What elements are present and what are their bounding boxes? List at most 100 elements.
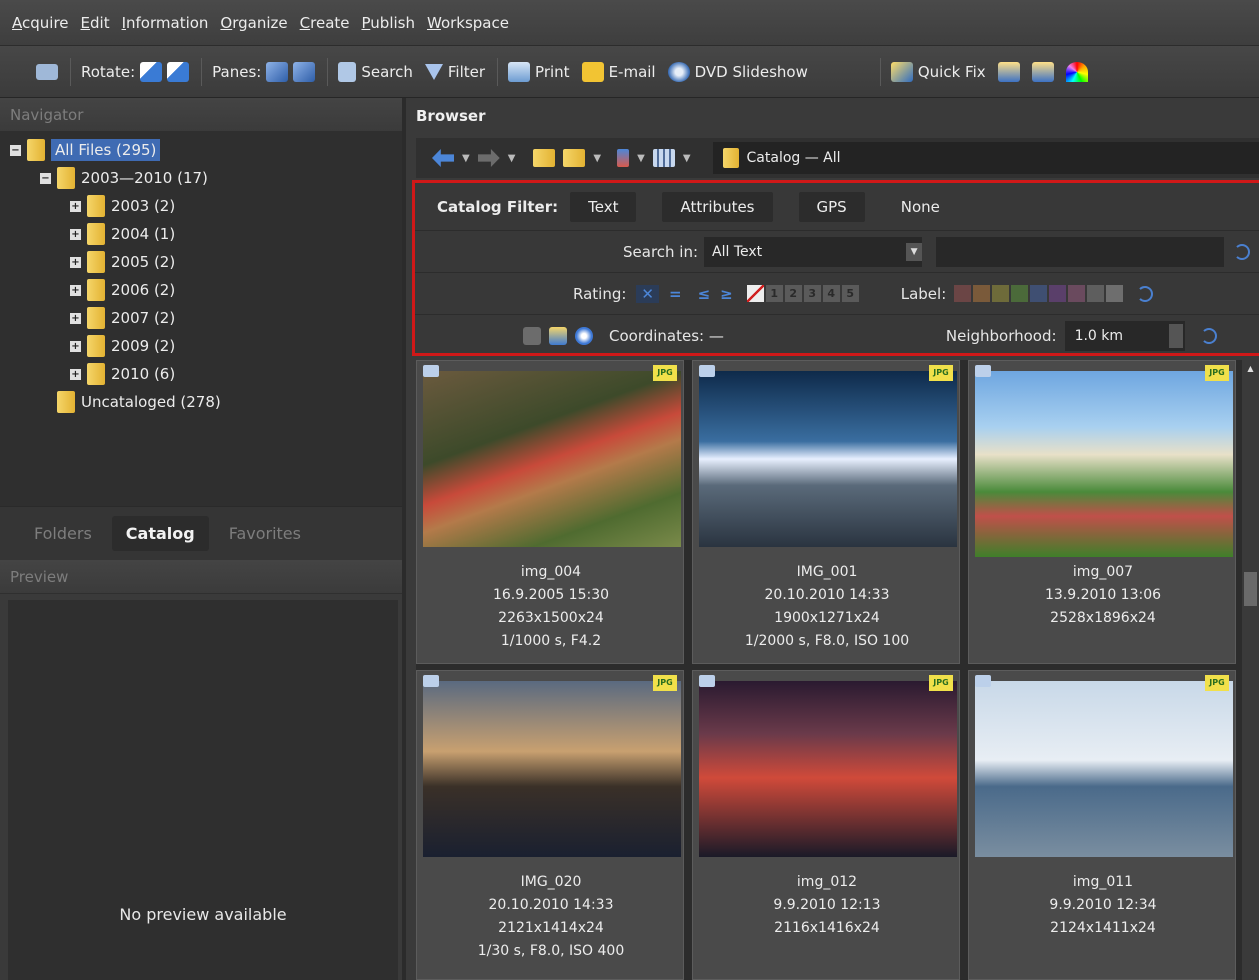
collapse-icon[interactable]: −: [10, 144, 21, 156]
label-color-swatch[interactable]: [1068, 285, 1086, 302]
rating-5-button[interactable]: 5: [841, 285, 859, 302]
gps-lock-icon[interactable]: [523, 326, 541, 345]
tree-item[interactable]: − 2003—2010 (17): [40, 164, 208, 192]
jpg-format-badge: JPG: [929, 365, 953, 381]
expand-icon[interactable]: +: [70, 284, 81, 296]
menu-organize[interactable]: Organize: [220, 14, 287, 32]
label-color-swatch[interactable]: [954, 285, 972, 302]
filter-text-button[interactable]: Text: [570, 191, 637, 222]
menu-publish[interactable]: Publish: [362, 14, 415, 32]
tree-item[interactable]: +2004 (1): [70, 220, 175, 248]
dvd-slideshow-button[interactable]: DVD Slideshow: [667, 61, 808, 82]
people-tool-button[interactable]: [997, 61, 1020, 82]
view-mode-icon[interactable]: [652, 149, 675, 167]
thumbnail-card[interactable]: JPG img_004 16.9.2005 15:30 2263x1500x24 1/1…: [416, 360, 684, 664]
tree-item[interactable]: +2007 (2): [70, 304, 175, 332]
address-bar[interactable]: Catalog — All: [712, 142, 1259, 174]
reset-icon[interactable]: [1234, 243, 1251, 260]
thumbnail-card[interactable]: JPG img_007 13.9.2010 13:06 2528x1896x24: [968, 360, 1236, 664]
tab-catalog[interactable]: Catalog: [111, 516, 209, 551]
back-arrow-icon[interactable]: [432, 149, 454, 167]
back-dropdown-icon[interactable]: ▼: [462, 153, 470, 164]
forward-dropdown-icon[interactable]: ▼: [508, 153, 516, 164]
thumbnail-card[interactable]: JPG img_012 9.9.2010 12:13 2116x1416x24: [692, 670, 960, 980]
neighborhood-input[interactable]: 1.0 km: [1064, 320, 1185, 351]
thumbnail-size: 1900x1271x24: [774, 610, 880, 626]
forward-arrow-icon[interactable]: [477, 149, 500, 167]
expand-icon[interactable]: +: [70, 256, 81, 268]
expand-icon[interactable]: +: [70, 312, 81, 324]
scrollbar-thumb[interactable]: [1244, 572, 1257, 606]
gps-globe-icon[interactable]: [575, 326, 593, 345]
rotate-left-icon[interactable]: [140, 61, 163, 82]
print-button[interactable]: Print: [508, 61, 570, 82]
view-dropdown-icon[interactable]: ▼: [683, 153, 691, 164]
expand-icon[interactable]: +: [70, 200, 81, 212]
rating-1-button[interactable]: 1: [765, 285, 783, 302]
tab-favorites[interactable]: Favorites: [215, 516, 315, 551]
spinner-arrows-icon[interactable]: [1168, 323, 1183, 348]
search-button[interactable]: Search: [338, 61, 413, 82]
sort-icon[interactable]: [617, 149, 630, 167]
expand-icon[interactable]: +: [70, 340, 81, 352]
scroll-up-icon[interactable]: ▲: [1244, 364, 1257, 374]
rating-4-button[interactable]: 4: [822, 285, 840, 302]
tree-item[interactable]: +2009 (2): [70, 332, 175, 360]
menu-create[interactable]: Create: [300, 14, 350, 32]
label-color-swatch[interactable]: [1011, 285, 1029, 302]
rotate-right-icon[interactable]: [167, 61, 190, 82]
sort-dropdown-icon[interactable]: ▼: [637, 153, 645, 164]
collapse-icon[interactable]: −: [40, 172, 51, 184]
label-color-swatch[interactable]: [1087, 285, 1105, 302]
menu-acquire[interactable]: Acquire: [12, 14, 69, 32]
pane-layout-1-icon[interactable]: [266, 61, 289, 82]
chevron-down-icon: ▼: [906, 242, 923, 261]
acquire-camera-button[interactable]: [36, 63, 58, 80]
thumbnail-card[interactable]: JPG IMG_001 20.10.2010 14:33 1900x1271x24 1/…: [692, 360, 960, 664]
tree-item[interactable]: − All Files (295): [10, 136, 161, 164]
folder-menu-icon[interactable]: [563, 149, 586, 167]
batch-tool-button[interactable]: [1031, 61, 1054, 82]
thumbnail-card[interactable]: JPG IMG_020 20.10.2010 14:33 2121x1414x24 1/…: [416, 670, 684, 980]
label-color-swatch[interactable]: [973, 285, 991, 302]
quick-fix-button[interactable]: Quick Fix: [890, 61, 986, 82]
label-color-swatch[interactable]: [992, 285, 1010, 302]
rating-zero-button[interactable]: [746, 285, 764, 302]
tree-item[interactable]: +2010 (6): [70, 360, 175, 388]
label-color-swatch[interactable]: [1049, 285, 1067, 302]
expand-icon[interactable]: +: [70, 368, 81, 380]
filter-gps-button[interactable]: GPS: [798, 191, 865, 222]
rating-clear-button[interactable]: ✕: [636, 284, 659, 303]
filter-attributes-button[interactable]: Attributes: [662, 191, 773, 222]
color-tool-button[interactable]: [1065, 61, 1088, 82]
menu-workspace[interactable]: Workspace: [427, 14, 509, 32]
search-text-input[interactable]: [936, 236, 1225, 267]
tree-item[interactable]: +2005 (2): [70, 248, 175, 276]
search-in-select[interactable]: All Text ▼: [704, 236, 923, 267]
pane-layout-2-icon[interactable]: [293, 61, 316, 82]
rating-2-button[interactable]: 2: [784, 285, 802, 302]
label-color-swatch[interactable]: [1030, 285, 1048, 302]
thumbnail-scrollbar[interactable]: ▲: [1242, 360, 1259, 980]
tree-item[interactable]: Uncataloged (278): [40, 388, 221, 416]
tree-item[interactable]: +2003 (2): [70, 192, 175, 220]
reset-icon[interactable]: [1200, 327, 1217, 344]
filter-button[interactable]: Filter: [424, 63, 485, 81]
rating-equal-button[interactable]: =: [669, 285, 682, 303]
reset-icon[interactable]: [1137, 285, 1154, 302]
menu-information[interactable]: Information: [122, 14, 209, 32]
rating-greater-equal-button[interactable]: ≥: [720, 285, 733, 303]
gps-folder-icon[interactable]: [549, 326, 567, 345]
rating-less-equal-button[interactable]: ≤: [698, 285, 711, 303]
menu-edit[interactable]: Edit: [81, 14, 110, 32]
rating-3-button[interactable]: 3: [803, 285, 821, 302]
parent-folder-icon[interactable]: [533, 149, 556, 167]
folder-dropdown-icon[interactable]: ▼: [593, 153, 601, 164]
label-color-swatch[interactable]: [1106, 285, 1124, 302]
filter-none-button[interactable]: None: [901, 198, 940, 216]
email-button[interactable]: E-mail: [581, 61, 656, 82]
expand-icon[interactable]: +: [70, 228, 81, 240]
tab-folders[interactable]: Folders: [20, 516, 106, 551]
thumbnail-card[interactable]: JPG img_011 9.9.2010 12:34 2124x1411x24: [968, 670, 1236, 980]
tree-item[interactable]: +2006 (2): [70, 276, 175, 304]
